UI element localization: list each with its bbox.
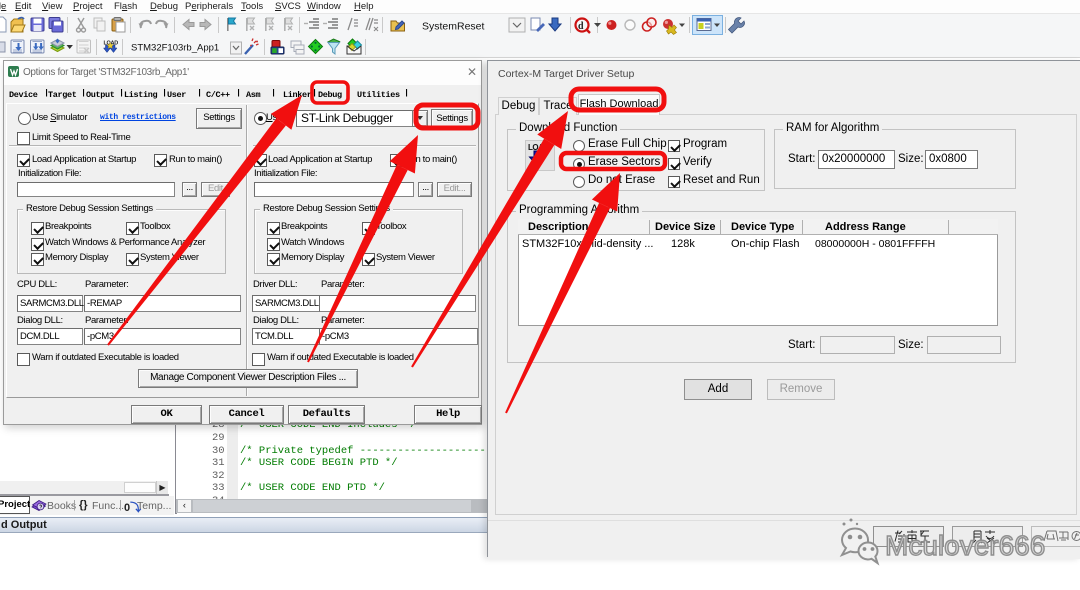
svg-text:STM32F103rb_App1: STM32F103rb_App1 [131,43,219,54]
svg-text:d: d [578,21,584,32]
svg-text:SystemReset: SystemReset [422,21,485,33]
